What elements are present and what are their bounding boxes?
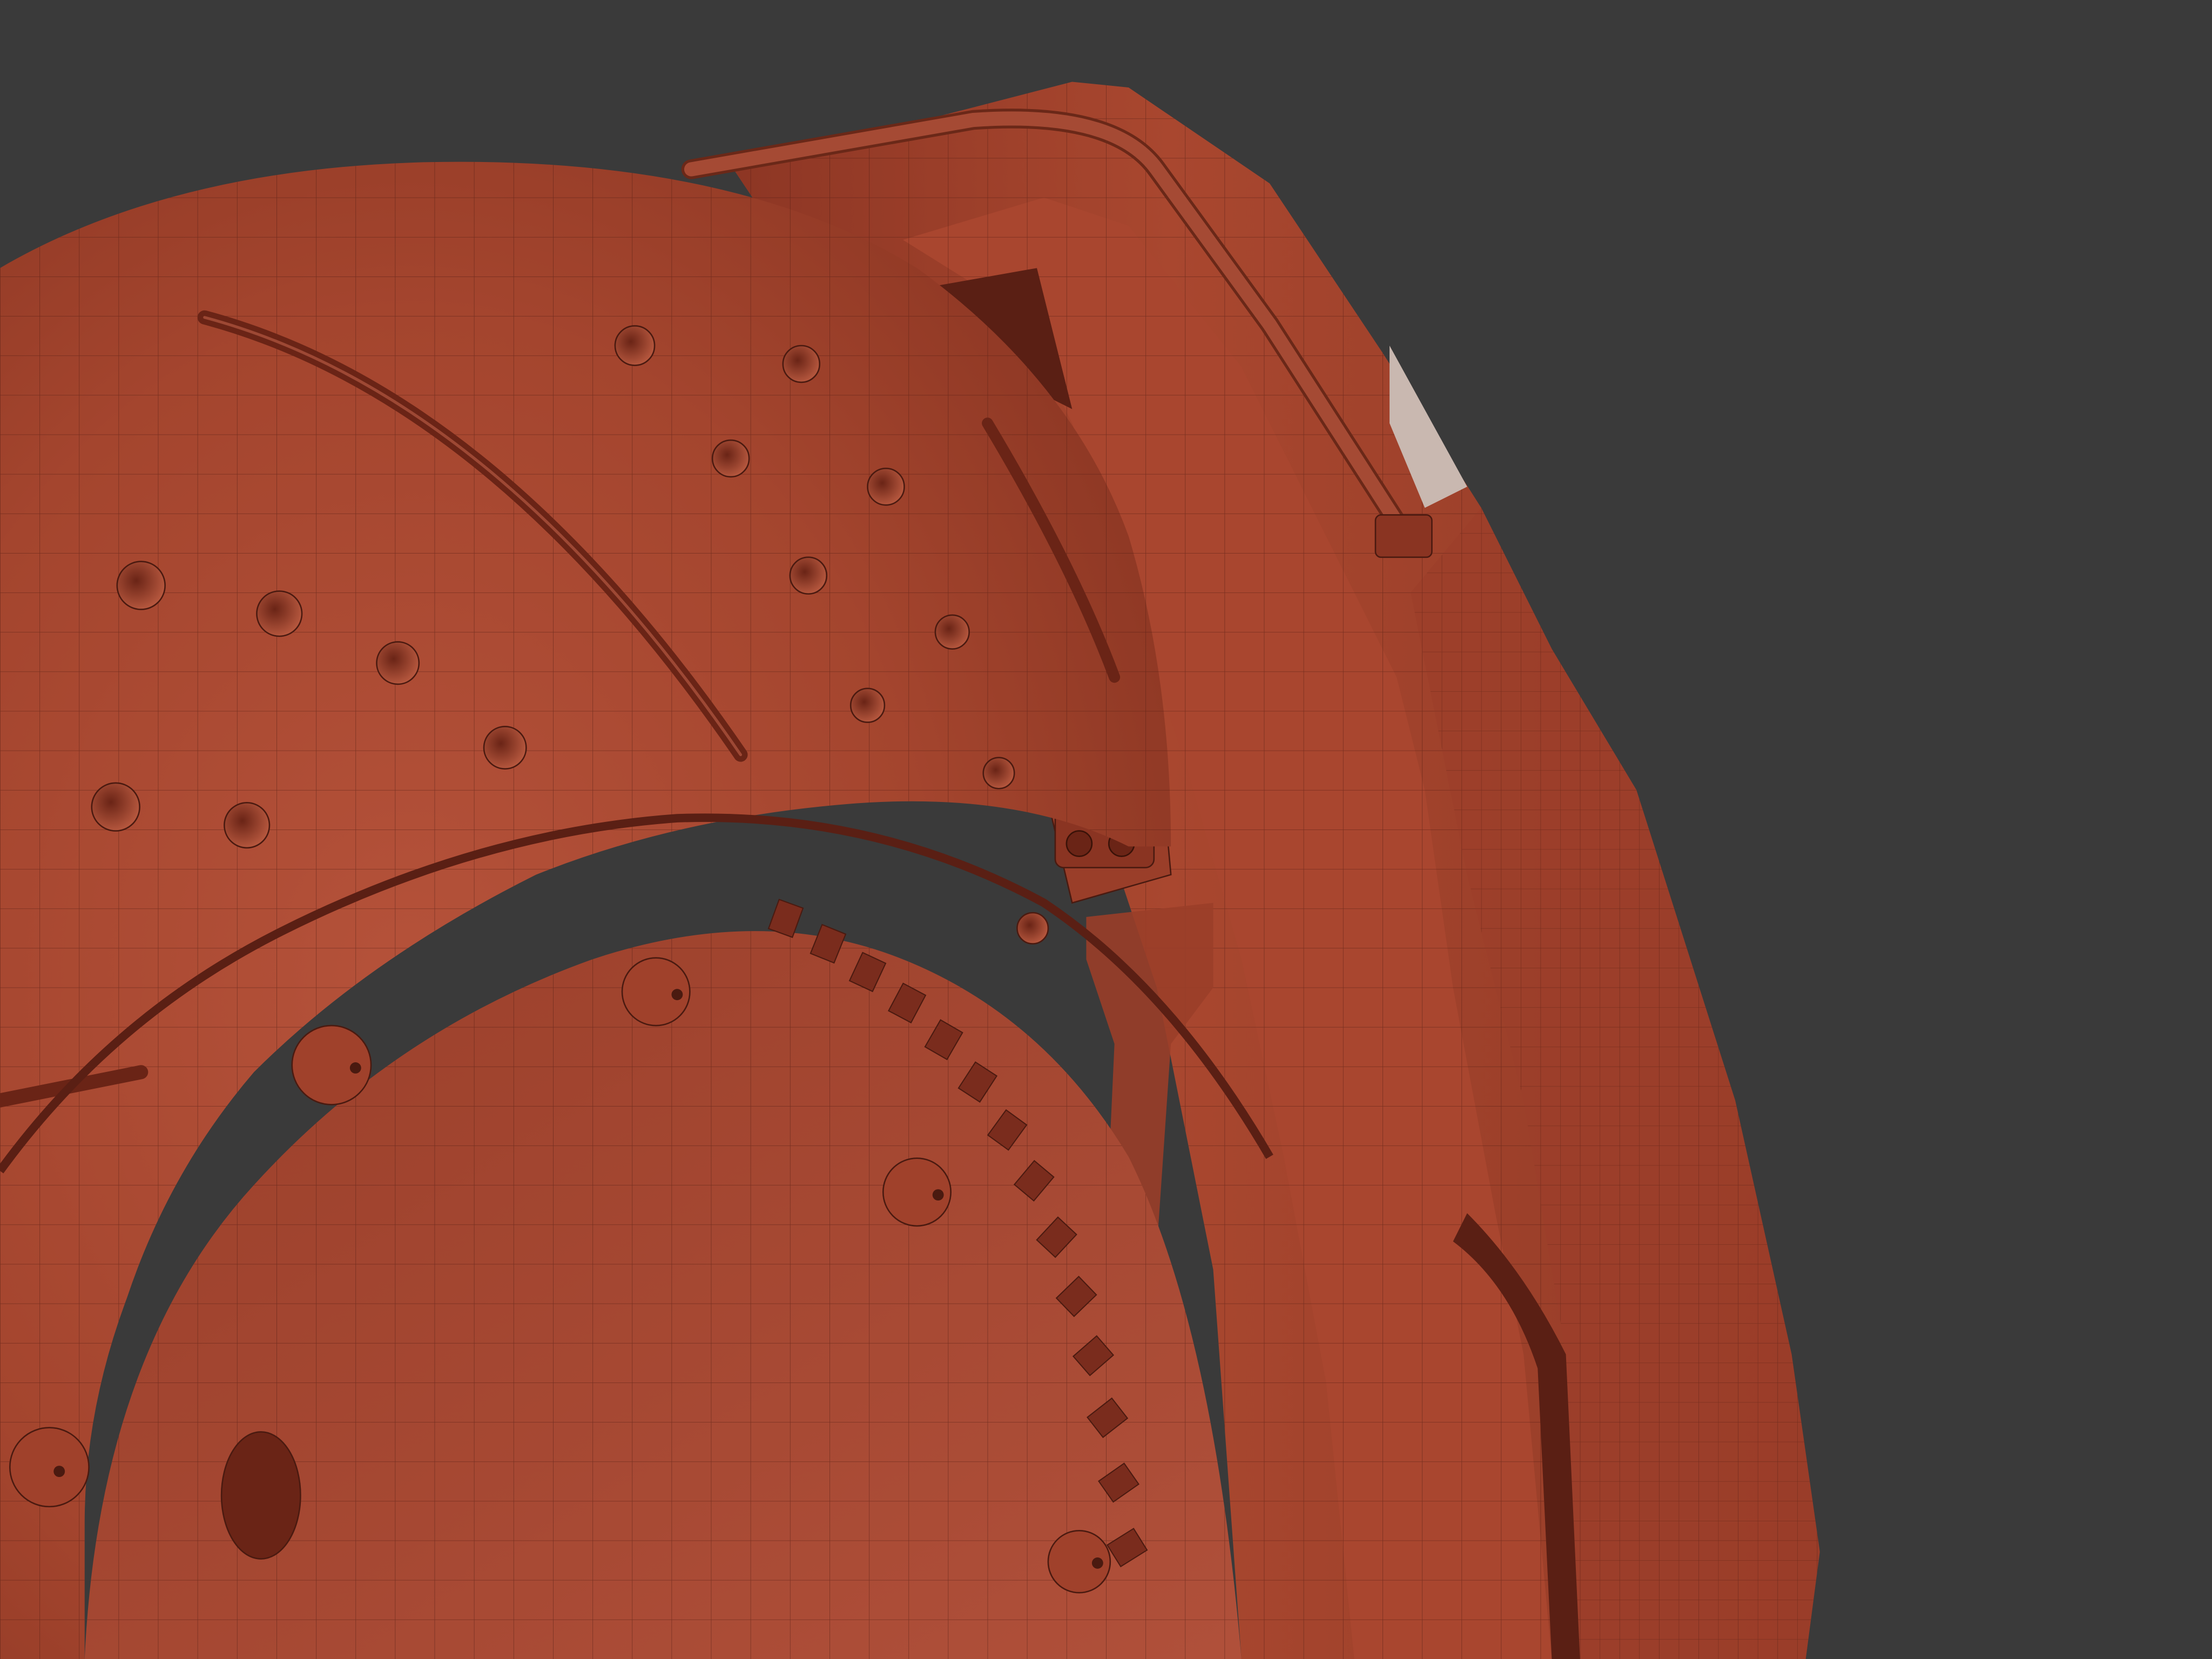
brake-render xyxy=(0,0,2212,1659)
render-viewport xyxy=(0,0,2212,1659)
